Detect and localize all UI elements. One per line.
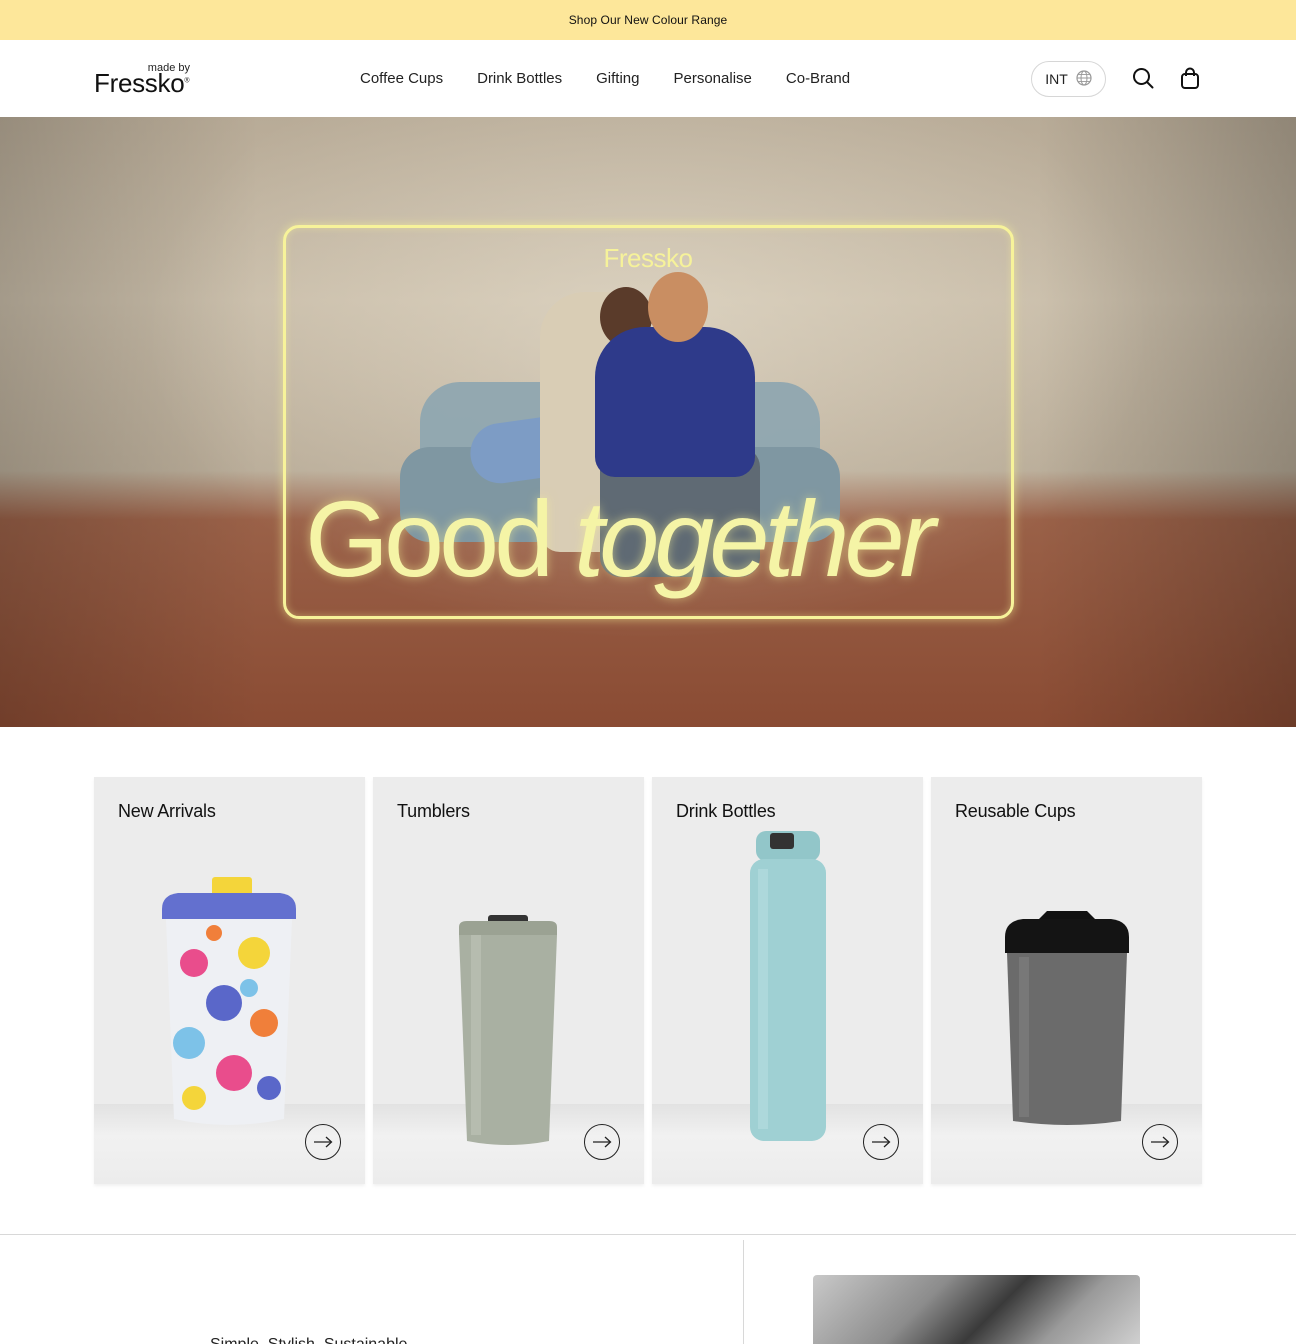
- promo-heading: Simple, Stylish, Sustainable: [210, 1336, 407, 1344]
- category-grid: New Arrivals Tumblers Drink Bottles Reus…: [94, 777, 1202, 1184]
- site-header: made by Fressko® Coffee Cups Drink Bottl…: [0, 40, 1296, 117]
- drink-bottle-image: [750, 831, 826, 1141]
- promo-image: [813, 1275, 1140, 1344]
- nav-gifting[interactable]: Gifting: [596, 70, 639, 87]
- logo[interactable]: made by Fressko®: [94, 62, 204, 98]
- announcement-text[interactable]: Shop Our New Colour Range: [569, 13, 728, 27]
- hero-title: Good together: [305, 478, 936, 599]
- arrow-right-icon[interactable]: [305, 1124, 341, 1160]
- patterned-cup-image: [162, 877, 296, 1125]
- globe-icon: [1076, 69, 1092, 89]
- column-divider: [743, 1240, 744, 1344]
- hero-brand: Fressko: [603, 243, 693, 273]
- nav-co-brand[interactable]: Co-Brand: [786, 70, 850, 87]
- nav-personalise[interactable]: Personalise: [674, 70, 752, 87]
- search-icon[interactable]: [1132, 67, 1154, 89]
- main-nav: Coffee Cups Drink Bottles Gifting Person…: [360, 40, 850, 117]
- bag-icon[interactable]: [1179, 67, 1201, 89]
- category-title: Tumblers: [397, 801, 470, 821]
- currency-selector[interactable]: INT: [1031, 61, 1106, 97]
- tumbler-image: [459, 915, 557, 1145]
- arrow-right-icon[interactable]: [584, 1124, 620, 1160]
- category-title: New Arrivals: [118, 801, 216, 821]
- reusable-cup-image: [1005, 911, 1129, 1125]
- category-card-drink-bottles[interactable]: Drink Bottles: [652, 777, 923, 1184]
- nav-drink-bottles[interactable]: Drink Bottles: [477, 70, 562, 87]
- category-title: Drink Bottles: [676, 801, 776, 821]
- arrow-right-icon[interactable]: [863, 1124, 899, 1160]
- category-card-tumblers[interactable]: Tumblers: [373, 777, 644, 1184]
- category-card-reusable-cups[interactable]: Reusable Cups: [931, 777, 1202, 1184]
- currency-label: INT: [1045, 71, 1068, 87]
- nav-coffee-cups[interactable]: Coffee Cups: [360, 70, 443, 87]
- hero-banner[interactable]: Fressko Good together: [0, 117, 1296, 727]
- logo-brand: Fressko®: [94, 68, 190, 98]
- category-card-new-arrivals[interactable]: New Arrivals: [94, 777, 365, 1184]
- arrow-right-icon[interactable]: [1142, 1124, 1178, 1160]
- section-divider: [0, 1234, 1296, 1235]
- announcement-bar[interactable]: Shop Our New Colour Range: [0, 0, 1296, 40]
- category-title: Reusable Cups: [955, 801, 1076, 821]
